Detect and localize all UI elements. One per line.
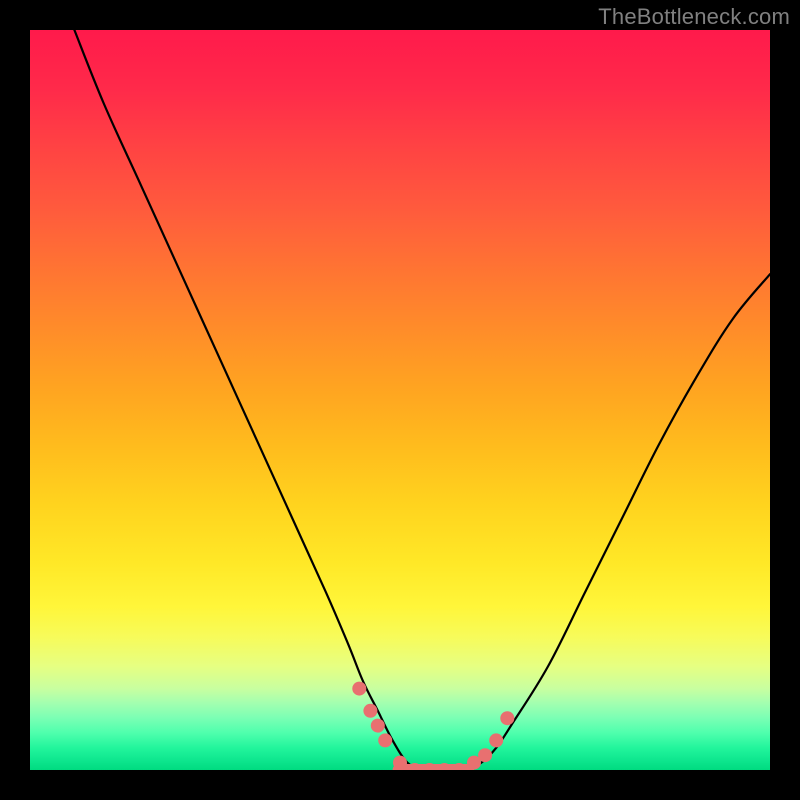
bottleneck-curve — [74, 30, 770, 770]
chart-svg — [30, 30, 770, 770]
plot-area — [30, 30, 770, 770]
highlight-marker — [363, 704, 377, 718]
highlight-marker — [478, 748, 492, 762]
watermark-text: TheBottleneck.com — [598, 4, 790, 30]
outer-frame: TheBottleneck.com — [0, 0, 800, 800]
highlight-marker — [352, 682, 366, 696]
highlight-marker — [393, 756, 407, 770]
highlight-marker — [378, 733, 392, 747]
highlight-marker — [500, 711, 514, 725]
highlight-marker — [371, 719, 385, 733]
curve-group — [74, 30, 770, 770]
highlight-marker — [489, 733, 503, 747]
highlight-markers — [352, 682, 514, 770]
